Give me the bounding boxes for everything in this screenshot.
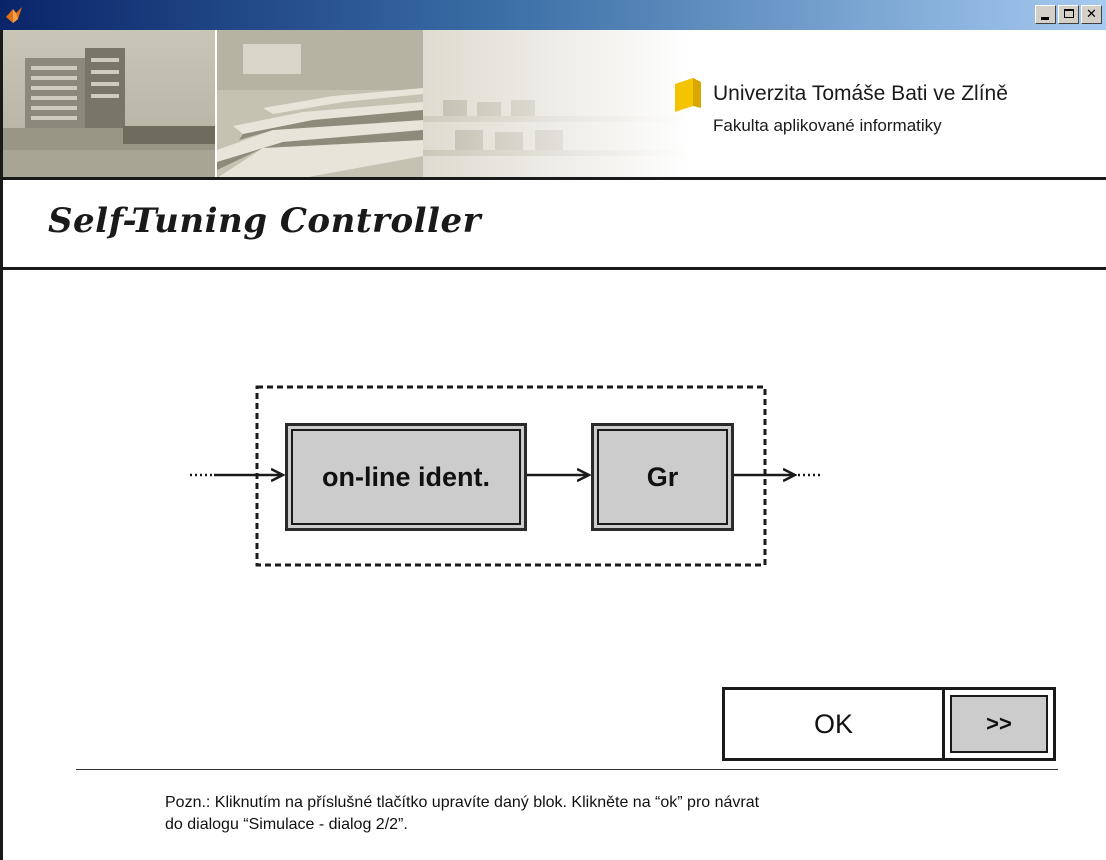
page-title: Self-Tuning Controller <box>48 201 481 241</box>
controller-block-diagram: on-line ident. Gr <box>180 375 830 575</box>
university-banner: Univerzita Tomáše Bati ve Zlíně Fakulta … <box>3 30 1106 178</box>
university-logo-icon <box>675 78 701 112</box>
maximize-button[interactable] <box>1058 5 1079 24</box>
campus-photos <box>3 30 693 178</box>
close-icon: ✕ <box>1086 7 1097 22</box>
window-controls: ✕ <box>1035 5 1102 25</box>
note-line-2: do dialogu “Simulace - dialog 2/2”. <box>165 816 408 833</box>
more-button-frame: >> <box>945 690 1053 758</box>
matlab-app-icon <box>6 7 22 23</box>
app-window: ✕ Univerzita Tomáše Bati ve Zlíně Fakult… <box>0 0 1106 860</box>
online-identification-block-button[interactable]: on-line ident. <box>285 423 527 531</box>
maximize-icon <box>1064 9 1074 18</box>
minimize-icon <box>1041 17 1049 20</box>
footer-note: Pozn.: Kliknutím na příslušné tlačítko u… <box>165 792 985 836</box>
title-bar[interactable]: ✕ <box>0 0 1106 30</box>
title-divider <box>3 267 1106 270</box>
close-button[interactable]: ✕ <box>1081 5 1102 24</box>
ok-button[interactable]: OK <box>725 690 945 758</box>
faculty-name: Fakulta aplikované informatiky <box>713 116 942 135</box>
action-buttons: OK >> <box>722 687 1056 761</box>
university-name: Univerzita Tomáše Bati ve Zlíně <box>713 82 1008 105</box>
gr-controller-block-button[interactable]: Gr <box>591 423 734 531</box>
footer-divider <box>76 769 1058 770</box>
banner-divider <box>3 177 1106 180</box>
more-button[interactable]: >> <box>950 695 1048 753</box>
minimize-button[interactable] <box>1035 5 1056 24</box>
note-line-1: Pozn.: Kliknutím na příslušné tlačítko u… <box>165 794 760 811</box>
